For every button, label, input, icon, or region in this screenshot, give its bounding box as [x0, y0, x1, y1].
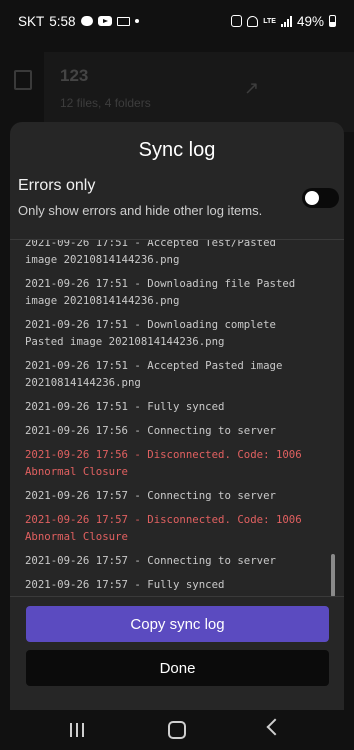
log-list[interactable]: 2021-09-26 17:51 - Accepted Test/Pasted … — [10, 239, 344, 597]
log-entry: 2021-09-26 17:51 - Accepted Pasted image… — [25, 359, 283, 389]
log-entry-error: 2021-09-26 17:57 - Disconnected. Code: 1… — [25, 513, 302, 543]
mute-icon — [247, 15, 259, 27]
toggle-knob — [305, 191, 319, 205]
home-icon[interactable] — [168, 721, 186, 739]
navigation-bar — [0, 710, 354, 750]
sheet-title: Sync log — [138, 139, 216, 161]
signal-icon — [280, 15, 292, 27]
log-entry: 2021-09-26 17:57 - Fully synced — [25, 578, 225, 591]
log-entry: 2021-09-26 17:51 - Downloading complete … — [25, 318, 276, 348]
log-entry: 2021-09-26 17:57 - Connecting to server — [25, 489, 276, 502]
youtube-icon — [97, 16, 112, 26]
copy-sync-log-button[interactable]: Copy sync log — [26, 606, 329, 642]
folder-subtitle: 12 files, 4 folders — [60, 96, 151, 110]
dot-icon — [134, 19, 139, 23]
done-button[interactable]: Done — [26, 650, 329, 686]
battery-percent: 49% — [296, 13, 324, 29]
back-icon[interactable] — [266, 718, 284, 736]
background-app: 123 12 files, 4 folders ↗ — [0, 42, 354, 132]
lte-icon: LTE — [263, 17, 276, 25]
log-entry: 2021-09-26 17:56 - Connecting to server — [25, 424, 276, 437]
errors-only-label: Errors only — [18, 177, 96, 194]
log-lines: 2021-09-26 17:51 - Accepted Test/Pasted … — [25, 239, 330, 596]
errors-only-toggle[interactable] — [302, 188, 339, 208]
time-label: 5:58 — [49, 13, 76, 29]
sync-log-sheet: Sync log Errors only Only show errors an… — [10, 122, 344, 710]
mail-icon — [116, 16, 130, 26]
chat-bubble-icon — [80, 16, 93, 26]
alarm-icon — [231, 15, 243, 27]
background-sidebar — [0, 42, 42, 132]
log-scrollbar[interactable] — [331, 554, 335, 596]
recents-icon[interactable] — [70, 723, 84, 737]
log-entry-error: 2021-09-26 17:56 - Disconnected. Code: 1… — [25, 448, 302, 478]
battery-icon — [329, 15, 336, 27]
status-bar: SKT 5:58 LTE 49% — [0, 0, 354, 42]
file-icon — [14, 70, 32, 90]
errors-only-description: Only show errors and hide other log item… — [18, 203, 263, 218]
carrier-label: SKT — [18, 13, 45, 29]
background-folder-card: 123 12 files, 4 folders ↗ — [44, 52, 354, 132]
folder-title: 123 — [60, 66, 89, 85]
log-entry: 2021-09-26 17:57 - Connecting to server — [25, 554, 276, 567]
pin-icon: ↗ — [244, 78, 260, 98]
log-entry: 2021-09-26 17:51 - Fully synced — [25, 400, 225, 413]
log-entry: 2021-09-26 17:51 - Accepted Test/Pasted … — [25, 239, 276, 266]
log-entry: 2021-09-26 17:51 - Downloading file Past… — [25, 277, 296, 307]
